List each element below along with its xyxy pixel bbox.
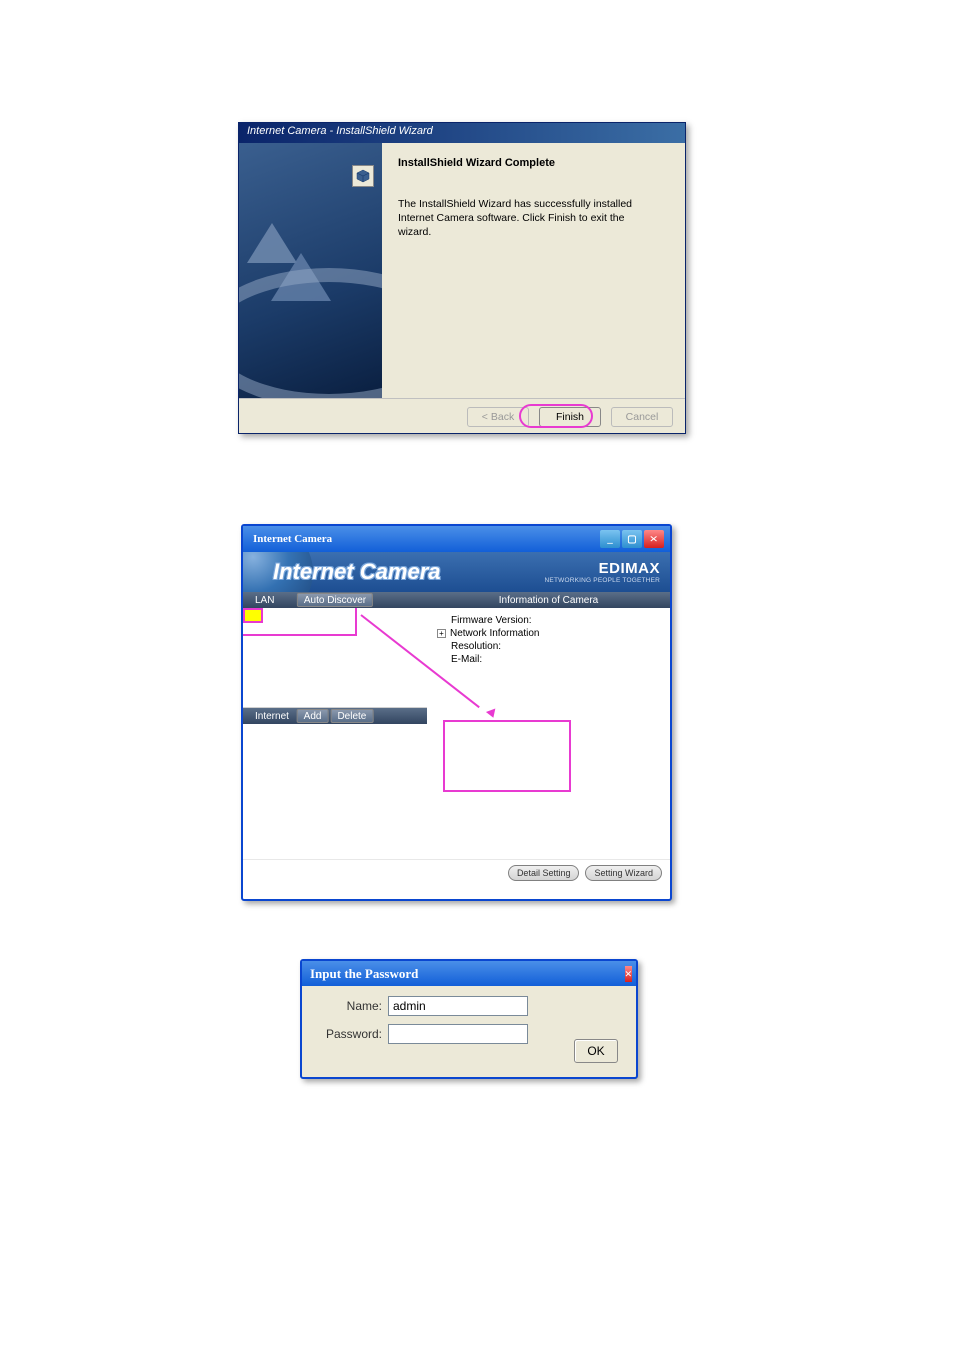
- ic-window-title: Internet Camera: [253, 533, 332, 545]
- ok-button[interactable]: OK: [574, 1039, 618, 1063]
- name-label: Name:: [314, 999, 388, 1013]
- password-dialog: Input the Password × Name: Password: OK: [300, 959, 638, 1079]
- lan-label: LAN: [243, 595, 286, 606]
- cancel-button: Cancel: [611, 407, 673, 427]
- annotation-rect: [443, 720, 571, 792]
- internet-label: Internet: [243, 711, 301, 722]
- installshield-window: Internet Camera - InstallShield Wizard I…: [238, 122, 686, 434]
- info-header: Information of Camera: [427, 592, 670, 608]
- internet-list[interactable]: [243, 724, 427, 859]
- ic-banner: Internet Camera EDIMAX NETWORKING PEOPLE…: [243, 552, 670, 592]
- lan-list[interactable]: [243, 608, 427, 708]
- annotation-highlight: [243, 608, 263, 623]
- installshield-text: The InstallShield Wizard has successfull…: [398, 197, 658, 240]
- installshield-heading: InstallShield Wizard Complete: [398, 157, 669, 169]
- pwd-titlebar: Input the Password ×: [302, 961, 636, 986]
- installshield-side-graphic: [239, 143, 382, 398]
- brand-logo: EDIMAX NETWORKING PEOPLE TOGETHER: [545, 560, 660, 584]
- close-button[interactable]: ×: [625, 966, 632, 982]
- password-label: Password:: [314, 1027, 388, 1041]
- installshield-button-row: < Back Finish Cancel: [239, 398, 685, 434]
- info-resolution: Resolution:: [437, 640, 660, 653]
- minimize-button[interactable]: _: [600, 530, 620, 548]
- installshield-titlebar: Internet Camera - InstallShield Wizard: [239, 123, 685, 143]
- pwd-title: Input the Password: [310, 966, 418, 982]
- box-icon: [352, 165, 374, 187]
- annotation-arrow-head: [486, 709, 498, 720]
- ic-titlebar: Internet Camera _ ▢ ×: [243, 526, 670, 552]
- info-network[interactable]: +Network Information: [437, 627, 660, 640]
- finish-button[interactable]: Finish: [539, 407, 601, 427]
- internet-camera-window: Internet Camera _ ▢ × Internet Camera ED…: [241, 524, 672, 901]
- name-field[interactable]: [388, 996, 528, 1016]
- delete-button[interactable]: Delete: [330, 709, 373, 723]
- info-panel: Firmware Version: +Network Information R…: [427, 608, 670, 859]
- info-firmware: Firmware Version:: [437, 614, 660, 627]
- add-button[interactable]: Add: [297, 709, 329, 723]
- lan-header: LAN Auto Discover: [243, 592, 427, 608]
- maximize-button[interactable]: ▢: [622, 530, 642, 548]
- internet-header: Internet Add Delete: [243, 708, 427, 724]
- ic-bottom-row: Detail Setting Setting Wizard: [243, 859, 670, 885]
- password-field[interactable]: [388, 1024, 528, 1044]
- detail-setting-button[interactable]: Detail Setting: [508, 865, 580, 881]
- expand-icon[interactable]: +: [437, 629, 446, 638]
- back-button: < Back: [467, 407, 529, 427]
- close-button[interactable]: ×: [644, 530, 664, 548]
- info-email: E-Mail:: [437, 653, 660, 666]
- auto-discover-button[interactable]: Auto Discover: [297, 593, 373, 607]
- setting-wizard-button[interactable]: Setting Wizard: [585, 865, 662, 881]
- installshield-content: InstallShield Wizard Complete The Instal…: [382, 143, 685, 398]
- ic-banner-title: Internet Camera: [273, 559, 441, 585]
